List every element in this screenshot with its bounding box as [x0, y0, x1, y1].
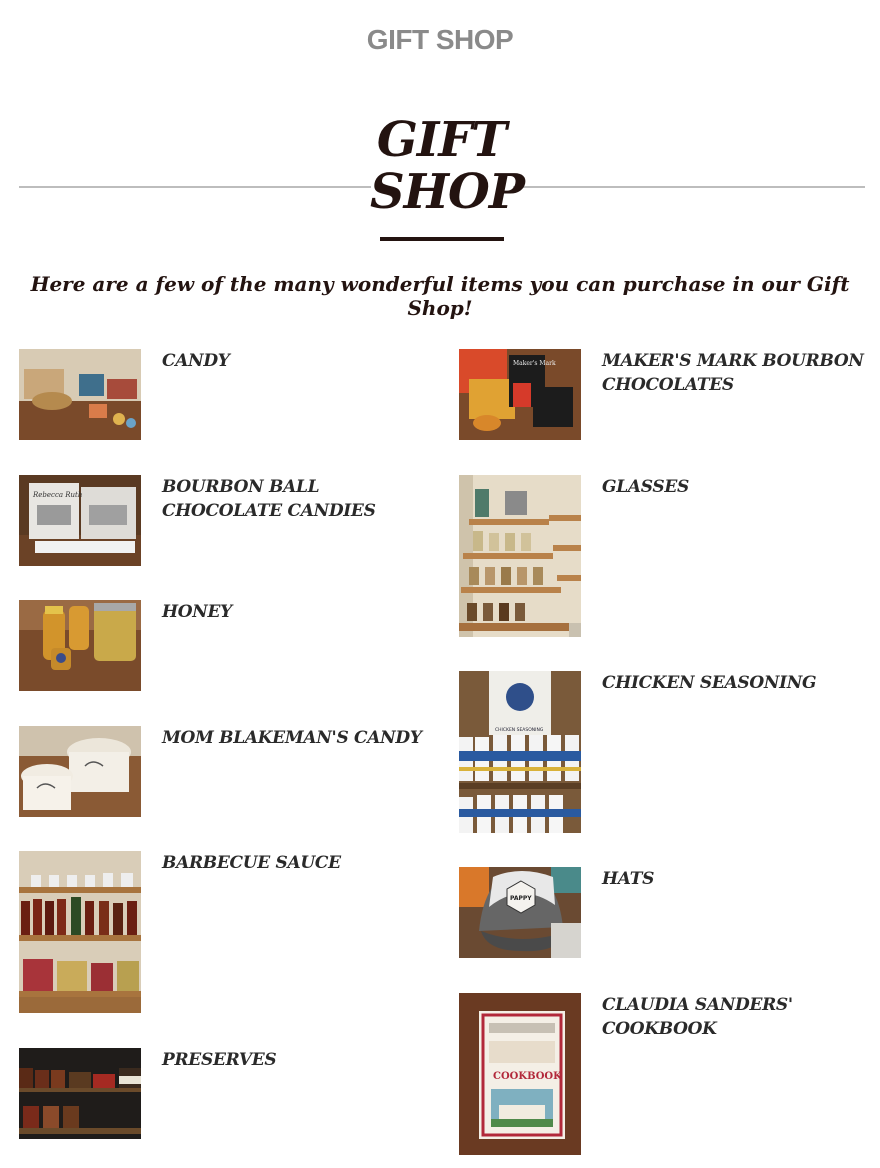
gift-item-label[interactable]: CHICKEN SEASONING	[602, 671, 872, 695]
gift-item-label[interactable]: CLAUDIA SANDERS' COOKBOOK	[602, 993, 872, 1041]
gift-item-label[interactable]: HATS	[602, 867, 872, 891]
hero-title-underline	[380, 237, 504, 241]
gift-item-label[interactable]: BOURBON BALL CHOCOLATE CANDIES	[162, 475, 432, 523]
gift-item-label[interactable]: MOM BLAKEMAN'S CANDY	[162, 726, 432, 750]
hero-title-line2: SHOP	[370, 164, 525, 220]
hero-title-line1: GIFT	[376, 112, 507, 168]
bourbon-box-text: Rebecca Ruth	[32, 491, 82, 499]
title-divider-right	[513, 186, 865, 188]
makers-box-text: Maker's Mark	[513, 360, 556, 367]
preserves-photo[interactable]	[19, 1048, 141, 1139]
candy-photo[interactable]	[19, 349, 141, 440]
honey-photo[interactable]	[19, 600, 141, 691]
gift-item-label[interactable]: HONEY	[162, 600, 432, 624]
hats-photo[interactable]: PAPPY	[459, 867, 581, 958]
hat-badge-text: PAPPY	[510, 895, 532, 902]
gift-item-label[interactable]: GLASSES	[602, 475, 872, 499]
hero-title: GIFT SHOP	[370, 112, 525, 220]
seasoning-label-text: CHICKEN SEASONING	[495, 727, 544, 733]
gift-item-label[interactable]: CANDY	[162, 349, 432, 373]
gift-item-label[interactable]: PRESERVES	[162, 1048, 432, 1072]
barbecue-sauce-photo[interactable]	[19, 851, 141, 1013]
glasses-photo[interactable]	[459, 475, 581, 637]
gift-item-label[interactable]: MAKER'S MARK BOURBON CHOCOLATES	[602, 349, 872, 397]
chicken-seasoning-photo[interactable]: CHICKEN SEASONING	[459, 671, 581, 833]
cookbook-photo[interactable]: COOKBOOK	[459, 993, 581, 1155]
title-divider-left	[19, 186, 371, 188]
mom-blakeman-photo[interactable]	[19, 726, 141, 817]
page-header-title: GIFT SHOP	[366, 24, 514, 55]
gift-item-label[interactable]: BARBECUE SAUCE	[162, 851, 432, 875]
cookbook-title-text: COOKBOOK	[493, 1071, 562, 1082]
makers-mark-photo[interactable]: Maker's Mark	[459, 349, 581, 440]
bourbon-ball-photo[interactable]: Rebecca Ruth	[19, 475, 141, 566]
hero-tagline: Here are a few of the many wonderful ite…	[30, 272, 850, 320]
